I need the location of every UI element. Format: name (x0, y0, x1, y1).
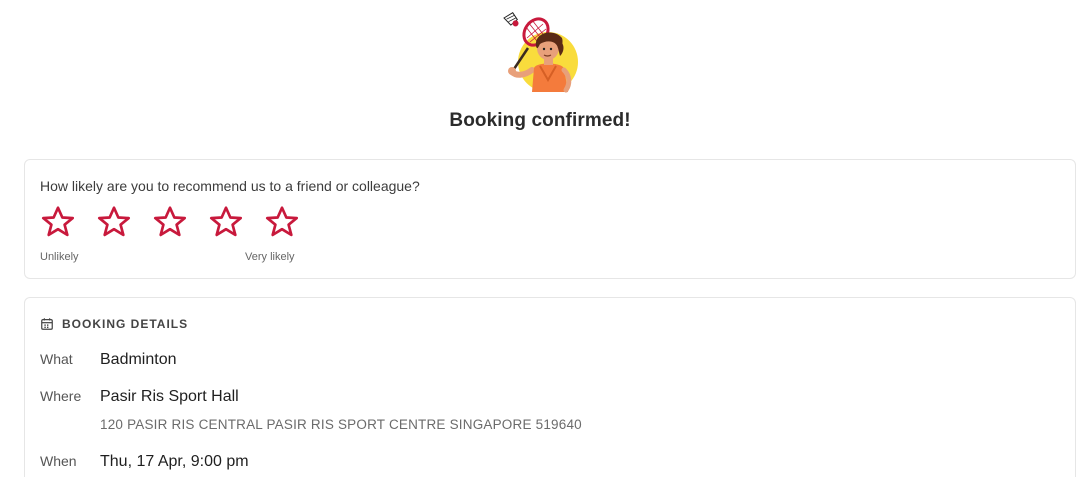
star-outline-icon (41, 206, 75, 237)
venue-address: 120 PASIR RIS CENTRAL PASIR RIS SPORT CE… (100, 417, 582, 432)
page-title: Booking confirmed! (449, 110, 631, 131)
star-4-button[interactable] (208, 204, 248, 244)
star-outline-icon (97, 206, 131, 237)
what-label: What (40, 351, 73, 367)
booking-confirmation-page: Booking confirmed! How likely are you to… (0, 0, 1080, 477)
star-3-button[interactable] (152, 204, 192, 244)
detail-row-what: What Badminton (40, 351, 177, 369)
rating-question: How likely are you to recommend us to a … (40, 178, 420, 194)
star-rating (40, 204, 320, 244)
star-1-button[interactable] (40, 204, 80, 244)
star-5-button[interactable] (264, 204, 304, 244)
scale-low-label: Unlikely (40, 251, 79, 263)
calendar-icon (41, 318, 53, 330)
detail-row-where: Where Pasir Ris Sport Hall (40, 388, 239, 406)
booking-details-header: BOOKING DETAILS (40, 317, 188, 331)
booking-details-card: BOOKING DETAILS What Badminton Where Pas… (24, 297, 1076, 477)
star-outline-icon (209, 206, 243, 237)
hero (0, 10, 1080, 105)
star-outline-icon (153, 206, 187, 237)
what-value: Badminton (100, 351, 177, 368)
rating-card: How likely are you to recommend us to a … (24, 159, 1076, 279)
star-2-button[interactable] (96, 204, 136, 244)
booking-details-title: BOOKING DETAILS (62, 317, 189, 331)
when-label: When (40, 453, 77, 469)
when-value: Thu, 17 Apr, 9:00 pm (100, 453, 249, 470)
detail-row-when: When Thu, 17 Apr, 9:00 pm (40, 453, 249, 471)
scale-high-label: Very likely (245, 251, 295, 263)
badminton-player-illustration (503, 12, 578, 93)
where-value: Pasir Ris Sport Hall (100, 388, 239, 405)
star-outline-icon (265, 206, 299, 237)
where-label: Where (40, 388, 82, 404)
